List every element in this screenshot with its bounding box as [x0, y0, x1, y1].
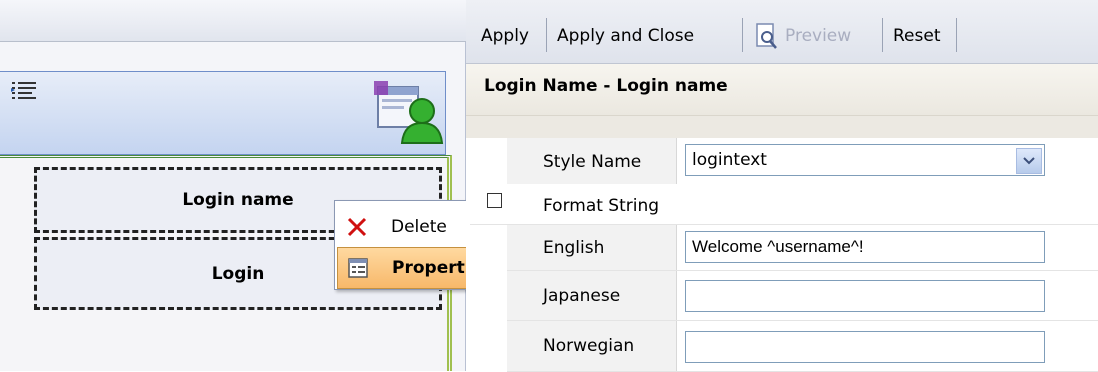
user-icon[interactable]	[374, 81, 446, 145]
apply-button[interactable]: Apply	[474, 18, 536, 54]
preview-button-label: Preview	[785, 26, 852, 46]
reset-button-label: Reset	[893, 26, 941, 46]
style-name-label: Style Name	[543, 152, 642, 172]
menu-item-delete-label: Delete	[391, 217, 447, 237]
toolbar-separator	[742, 18, 743, 52]
designer-toolbar	[0, 0, 466, 42]
english-field[interactable]	[685, 231, 1045, 263]
format-string-label: Format String	[543, 196, 660, 216]
section-spacer	[466, 116, 1098, 138]
style-name-select[interactable]: logintext	[685, 144, 1045, 176]
toolbar-separator	[956, 18, 957, 52]
login-box-label: Login	[211, 263, 265, 284]
japanese-label: Japanese	[543, 286, 621, 306]
properties-icon	[338, 248, 378, 288]
toolbar-separator	[882, 18, 883, 52]
preview-button[interactable]: Preview	[748, 18, 858, 54]
english-label: English	[543, 238, 605, 258]
section-title: Login Name - Login name	[484, 76, 728, 96]
login-name-box-label: Login name	[182, 190, 294, 210]
format-string-checkbox[interactable]	[487, 193, 502, 208]
norwegian-field[interactable]	[685, 331, 1045, 363]
properties-toolbar: Apply Apply and Close Preview Reset	[466, 0, 1098, 64]
japanese-field[interactable]	[685, 280, 1045, 312]
apply-and-close-button[interactable]: Apply and Close	[550, 18, 701, 54]
style-name-value: logintext	[692, 150, 767, 170]
reset-button[interactable]: Reset	[886, 18, 948, 54]
indent-icon[interactable]	[10, 79, 40, 105]
apply-button-label: Apply	[481, 26, 529, 46]
apply-and-close-label: Apply and Close	[557, 26, 695, 46]
norwegian-label: Norwegian	[543, 336, 635, 356]
chevron-down-icon[interactable]	[1016, 148, 1042, 174]
delete-icon	[337, 207, 377, 247]
toolbar-separator	[546, 18, 547, 52]
preview-icon	[755, 22, 779, 50]
